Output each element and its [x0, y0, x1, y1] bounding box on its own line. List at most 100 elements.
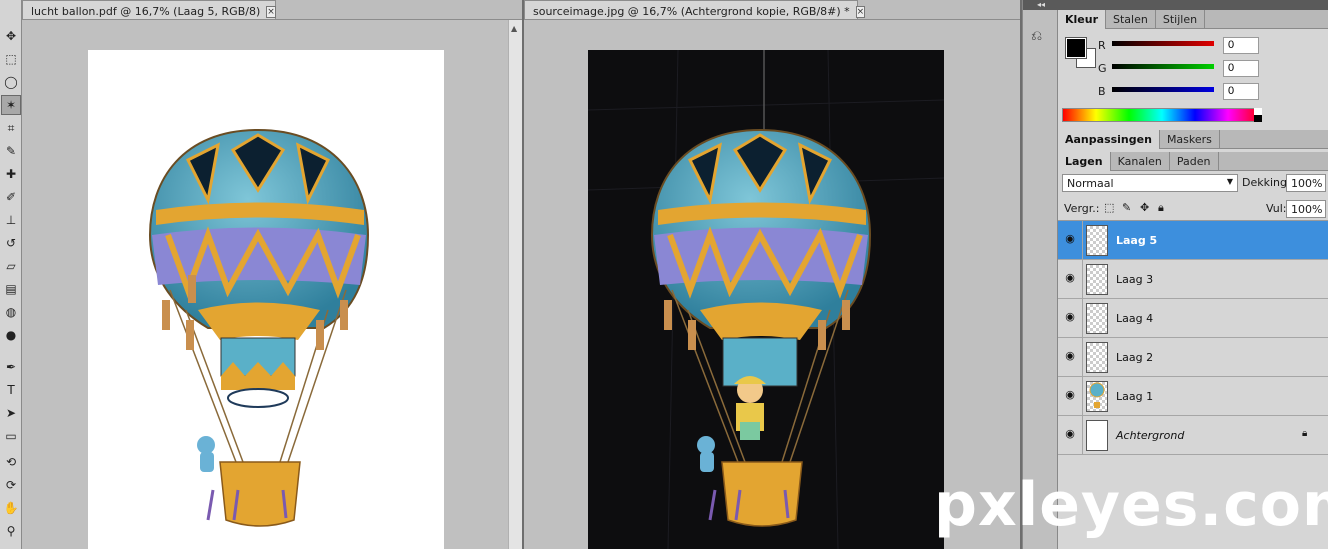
- layer-thumbnail: [1086, 264, 1108, 295]
- eye-icon[interactable]: ◉: [1062, 349, 1078, 365]
- eyedropper-tool-icon[interactable]: ✎: [1, 141, 21, 161]
- layer-row[interactable]: ◉ Laag 1: [1058, 377, 1328, 416]
- magic-wand-tool-icon[interactable]: ✶: [1, 95, 21, 115]
- blend-mode-select[interactable]: Normaal ▼: [1062, 174, 1238, 192]
- dock-strip: ◂◂ ⎌: [1022, 0, 1059, 549]
- red-value-field[interactable]: [1223, 36, 1259, 54]
- layer-name: Laag 4: [1116, 312, 1154, 325]
- marquee-tool-icon[interactable]: ⬚: [1, 49, 21, 69]
- tools-panel: ✥ ⬚ ◯ ✶ ⌗ ✎ ✚ ✐ ⊥ ↺ ▱ ▤ ◍ ● ✒ T ➤ ▭ ⟲ ⟳ …: [0, 0, 22, 549]
- canvas-lucht-ballon[interactable]: [88, 50, 444, 549]
- eraser-tool-icon[interactable]: ▱: [1, 256, 21, 276]
- layer-name: Achtergrond: [1116, 429, 1185, 442]
- blue-value-field[interactable]: [1223, 82, 1259, 100]
- eye-icon[interactable]: ◉: [1062, 271, 1078, 287]
- layer-row[interactable]: ◉ Achtergrond 🔒︎: [1058, 416, 1328, 455]
- 3d-rotate-tool-icon[interactable]: ⟲: [1, 452, 21, 472]
- healing-brush-tool-icon[interactable]: ✚: [1, 164, 21, 184]
- lock-position-icon[interactable]: ✥: [1140, 201, 1149, 214]
- tab-maskers[interactable]: Maskers: [1160, 130, 1220, 149]
- layer-name: Laag 5: [1116, 234, 1158, 247]
- hand-tool-icon[interactable]: ✋: [1, 498, 21, 518]
- pen-tool-icon[interactable]: ✒: [1, 357, 21, 377]
- eye-icon[interactable]: ◉: [1062, 388, 1078, 404]
- eye-icon[interactable]: ◉: [1062, 427, 1078, 443]
- history-icon[interactable]: ⎌: [1031, 28, 1051, 48]
- type-tool-icon[interactable]: T: [1, 380, 21, 400]
- color-panel-tabs: Kleur Stalen Stijlen: [1058, 10, 1328, 29]
- dodge-tool-icon[interactable]: ●: [1, 325, 21, 345]
- opacity-field[interactable]: 100%: [1286, 174, 1326, 192]
- layer-row[interactable]: ◉ Laag 4: [1058, 299, 1328, 338]
- lasso-tool-icon[interactable]: ◯: [1, 72, 21, 92]
- layer-row[interactable]: ◉ Laag 2: [1058, 338, 1328, 377]
- layers-options: Normaal ▼ Dekking: 100% Vergr.: ⬚ ✎ ✥ 🔒︎…: [1058, 171, 1328, 221]
- blue-slider[interactable]: [1112, 86, 1214, 92]
- lock-pixels-icon[interactable]: ✎: [1122, 201, 1131, 214]
- eye-icon[interactable]: ◉: [1062, 232, 1078, 248]
- lock-all-icon[interactable]: 🔒︎: [1158, 201, 1164, 215]
- tab-kanalen[interactable]: Kanalen: [1111, 152, 1170, 171]
- gradient-tool-icon[interactable]: ▤: [1, 279, 21, 299]
- green-slider[interactable]: [1112, 63, 1214, 69]
- tab-kleur[interactable]: Kleur: [1058, 10, 1107, 29]
- layer-thumbnail: [1086, 303, 1108, 334]
- panels-dock: Kleur Stalen Stijlen R G B Aanpassingen …: [1058, 0, 1328, 549]
- brush-tool-icon[interactable]: ✐: [1, 187, 21, 207]
- panel-header-bar: [1058, 0, 1328, 10]
- tab-stijlen[interactable]: Stijlen: [1156, 10, 1206, 29]
- lock-icon: 🔒︎: [1302, 428, 1308, 439]
- document-window-left: lucht ballon.pdf @ 16,7% (Laag 5, RGB/8)…: [22, 0, 522, 549]
- balloon-photo: [587, 49, 945, 549]
- foreground-color-swatch[interactable]: [1065, 37, 1087, 59]
- close-icon[interactable]: ×: [266, 5, 276, 18]
- lock-transparency-icon[interactable]: ⬚: [1104, 201, 1114, 214]
- watermark: pxleyes.com: [934, 470, 1328, 540]
- red-slider-row: R: [1098, 36, 1259, 54]
- tab-aanpassingen[interactable]: Aanpassingen: [1058, 130, 1160, 149]
- layer-name: Laag 1: [1116, 390, 1154, 403]
- blue-label: B: [1098, 84, 1106, 98]
- tab-lagen[interactable]: Lagen: [1058, 152, 1111, 171]
- layer-thumbnail: [1086, 381, 1108, 412]
- zoom-tool-icon[interactable]: ⚲: [1, 521, 21, 541]
- photoshop-workspace: ✥ ⬚ ◯ ✶ ⌗ ✎ ✚ ✐ ⊥ ↺ ▱ ▤ ◍ ● ✒ T ➤ ▭ ⟲ ⟳ …: [0, 0, 1328, 549]
- scroll-up-icon[interactable]: ▲: [511, 24, 517, 33]
- eye-icon[interactable]: ◉: [1062, 310, 1078, 326]
- history-brush-tool-icon[interactable]: ↺: [1, 233, 21, 253]
- canvas-sourceimage[interactable]: [587, 49, 945, 549]
- white-swatch[interactable]: [1254, 108, 1262, 115]
- adjustments-panel-tabs: Aanpassingen Maskers: [1058, 130, 1328, 149]
- crop-tool-icon[interactable]: ⌗: [1, 118, 21, 138]
- green-value-field[interactable]: [1223, 59, 1259, 77]
- close-icon[interactable]: ×: [855, 5, 866, 18]
- color-spectrum-ramp[interactable]: [1062, 108, 1262, 122]
- tab-title: lucht ballon.pdf @ 16,7% (Laag 5, RGB/8): [31, 5, 261, 18]
- layer-row[interactable]: ◉ Laag 5: [1058, 221, 1328, 260]
- 3d-orbit-tool-icon[interactable]: ⟳: [1, 475, 21, 495]
- shape-tool-icon[interactable]: ▭: [1, 426, 21, 446]
- green-label: G: [1098, 61, 1107, 75]
- blur-tool-icon[interactable]: ◍: [1, 302, 21, 322]
- move-tool-icon[interactable]: ✥: [1, 26, 21, 46]
- layer-row[interactable]: ◉ Laag 3: [1058, 260, 1328, 299]
- tab-stalen[interactable]: Stalen: [1106, 10, 1156, 29]
- fill-field[interactable]: 100%: [1286, 200, 1326, 218]
- opacity-label: Dekking:: [1242, 176, 1291, 189]
- tab-paden[interactable]: Paden: [1170, 152, 1219, 171]
- layer-name: Laag 2: [1116, 351, 1154, 364]
- lock-label: Vergr.:: [1064, 202, 1100, 215]
- vertical-scrollbar[interactable]: ▲: [508, 20, 522, 549]
- green-slider-row: G: [1098, 59, 1259, 77]
- dock-collapse-button[interactable]: ◂◂: [1023, 0, 1059, 10]
- black-swatch[interactable]: [1254, 115, 1262, 122]
- red-slider[interactable]: [1112, 40, 1214, 46]
- path-selection-tool-icon[interactable]: ➤: [1, 403, 21, 423]
- document-window-right: sourceimage.jpg @ 16,7% (Achtergrond kop…: [524, 0, 1020, 549]
- layer-name: Laag 3: [1116, 273, 1154, 286]
- tab-lucht-ballon[interactable]: lucht ballon.pdf @ 16,7% (Laag 5, RGB/8)…: [22, 0, 276, 19]
- clone-stamp-tool-icon[interactable]: ⊥: [1, 210, 21, 230]
- layer-thumbnail: [1086, 225, 1108, 256]
- tab-sourceimage[interactable]: sourceimage.jpg @ 16,7% (Achtergrond kop…: [524, 0, 866, 19]
- fill-label: Vul:: [1266, 202, 1287, 215]
